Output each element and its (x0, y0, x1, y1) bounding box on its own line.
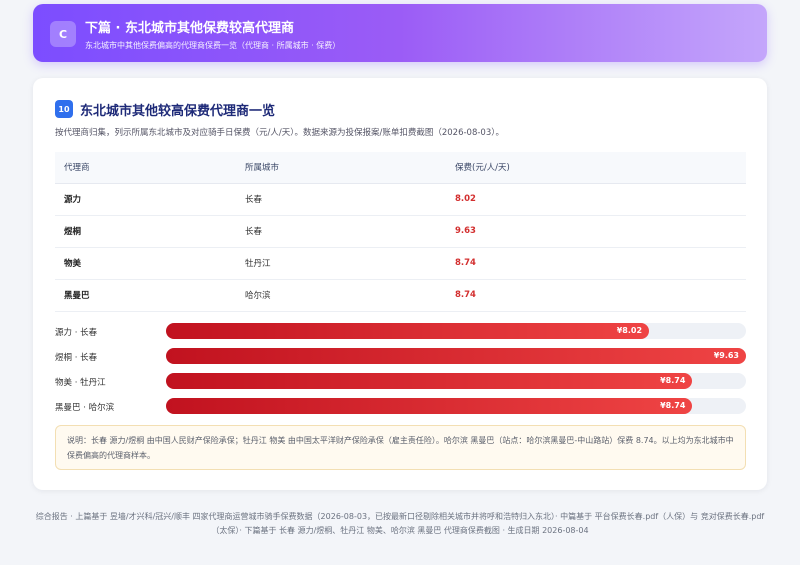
bar: ¥8.74 (166, 398, 693, 414)
header-badge: C (50, 21, 76, 47)
premium-cell: 8.74 (446, 279, 746, 312)
premium-bar-chart: 源力 · 长春 ¥8.02 煜桐 · 长春 ¥9.63 物美 · 牡丹江 ¥8.74 黑曼巴… (55, 323, 746, 423)
page-footer: 综合报告 · 上篇基于 昱墙/才兴科/冠兴/顺丰 四家代理商运营城市骑手保费数据… (35, 512, 765, 535)
table-row: 源力 长春 8.02 (55, 183, 746, 216)
page-title: 下篇 · 东北城市其他保费较高代理商 (85, 21, 294, 36)
column-header-city: 所属城市 (236, 152, 446, 184)
bar-label: 煜桐 · 长春 (55, 353, 98, 363)
bar-row: 黑曼巴 · 哈尔滨 ¥8.74 (55, 398, 746, 416)
column-header-agent: 代理商 (55, 152, 236, 184)
section-title: 东北城市其他较高保费代理商一览 (80, 104, 276, 119)
agent-cell: 煜桐 (55, 215, 236, 248)
bar-track: ¥9.63 (166, 348, 746, 364)
city-cell: 长春 (236, 215, 446, 248)
column-header-premium: 保费(元/人/天) (446, 152, 746, 184)
city-cell: 长春 (236, 183, 446, 216)
bar-label: 物美 · 牡丹江 (55, 378, 106, 388)
table-row: 煜桐 长春 9.63 (55, 215, 746, 248)
bar-track: ¥8.74 (166, 398, 746, 414)
table-header-row: 代理商 所属城市 保费(元/人/天) (55, 152, 746, 184)
premium-cell: 8.02 (446, 183, 746, 216)
bar-value-label: ¥8.02 (616, 326, 643, 335)
agent-cell: 物美 (55, 247, 236, 280)
section-card: 10 东北城市其他较高保费代理商一览 按代理商归集，列示所属东北城市及对应骑手日… (33, 78, 767, 490)
premium-cell: 8.74 (446, 247, 746, 280)
bar: ¥8.74 (166, 373, 693, 389)
city-cell: 牡丹江 (236, 247, 446, 280)
bar-value-label: ¥8.74 (660, 401, 686, 410)
bar-track: ¥8.74 (166, 373, 746, 389)
agent-premium-table: 代理商 所属城市 保费(元/人/天) 源力 长春 8.02 煜桐 长春 9.63… (55, 152, 746, 312)
page-subtitle: 东北城市中其他保费偏高的代理商保费一览（代理商 · 所属城市 · 保费） (85, 41, 341, 50)
table-row: 物美 牡丹江 8.74 (55, 247, 746, 280)
page-header: C 下篇 · 东北城市其他保费较高代理商 东北城市中其他保费偏高的代理商保费一览… (33, 4, 767, 62)
city-cell: 哈尔滨 (236, 279, 446, 312)
bar: ¥9.63 (166, 348, 746, 364)
bar-row: 源力 · 长春 ¥8.02 (55, 323, 746, 341)
bar-row: 物美 · 牡丹江 ¥8.74 (55, 373, 746, 391)
section-number-badge: 10 (55, 100, 73, 118)
bar-value-label: ¥9.63 (713, 351, 739, 360)
table-row: 黑曼巴 哈尔滨 8.74 (55, 279, 746, 312)
agent-cell: 源力 (55, 183, 236, 216)
bar-label: 黑曼巴 · 哈尔滨 (55, 403, 115, 413)
bar-row: 煜桐 · 长春 ¥9.63 (55, 348, 746, 366)
explanation-note: 说明：长春 源力/煜桐 由中国人民财产保险承保；牡丹江 物美 由中国太平洋财产保… (55, 425, 746, 470)
bar-value-label: ¥8.74 (660, 376, 686, 385)
section-description: 按代理商归集，列示所属东北城市及对应骑手日保费（元/人/天）。数据来源为投保报案… (55, 128, 504, 138)
agent-cell: 黑曼巴 (55, 279, 236, 312)
premium-cell: 9.63 (446, 215, 746, 248)
bar-label: 源力 · 长春 (55, 328, 98, 338)
bar-track: ¥8.02 (166, 323, 746, 339)
bar: ¥8.02 (166, 323, 650, 339)
